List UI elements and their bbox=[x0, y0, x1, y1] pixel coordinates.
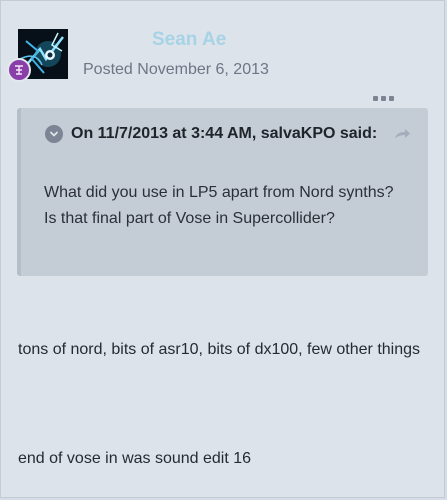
forum-post: Sean Ae Posted November 6, 2013 On 11/7/… bbox=[0, 0, 445, 498]
post-date: Posted November 6, 2013 bbox=[83, 61, 269, 78]
author-name[interactable]: Sean Ae bbox=[152, 29, 226, 51]
ellipsis-icon[interactable] bbox=[373, 93, 395, 103]
quote-text: What did you use in LP5 apart from Nord … bbox=[44, 184, 394, 227]
post-paragraph: tons of nord, bits of asr10, bits of dx1… bbox=[18, 341, 421, 358]
quote-citation: On 11/7/2013 at 3:44 AM, salvaKPO said: bbox=[71, 125, 378, 142]
chevron-down-icon[interactable] bbox=[45, 125, 63, 143]
share-arrow-icon[interactable] bbox=[393, 126, 411, 142]
post-paragraph: end of vose in was sound edit 16 bbox=[18, 450, 252, 467]
quote-header: On 11/7/2013 at 3:44 AM, salvaKPO said: bbox=[45, 125, 377, 143]
rank-badge-icon bbox=[7, 58, 31, 82]
quote-block: On 11/7/2013 at 3:44 AM, salvaKPO said: … bbox=[17, 108, 428, 276]
